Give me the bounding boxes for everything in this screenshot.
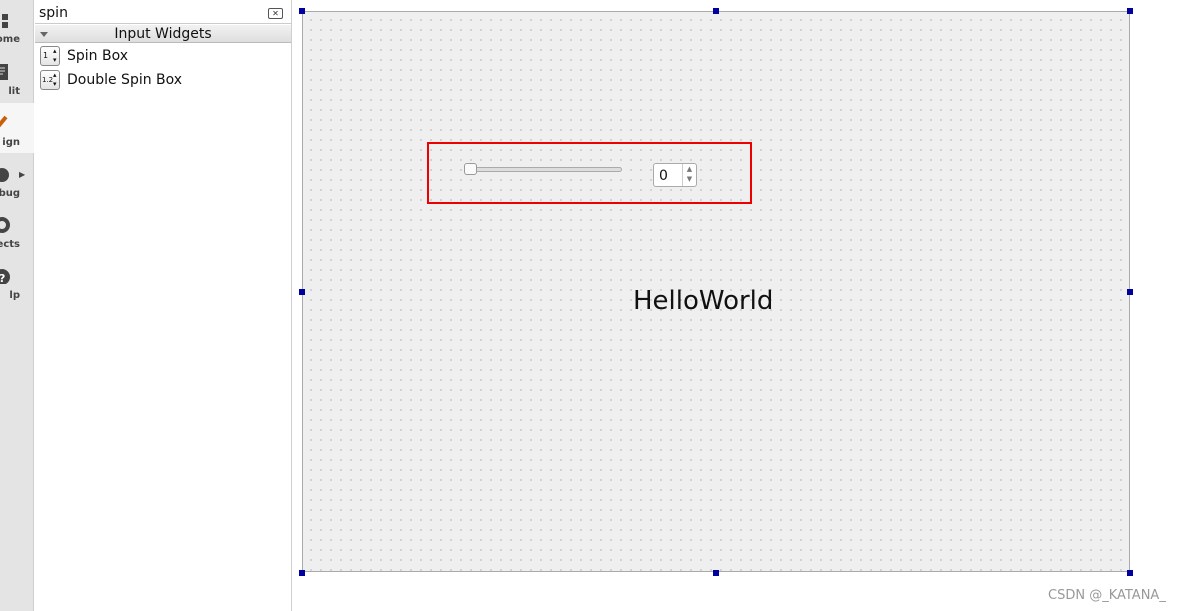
mode-label: bug: [0, 188, 20, 199]
resize-handle[interactable]: [713, 8, 719, 14]
resize-handle[interactable]: [299, 289, 305, 295]
category-label: Input Widgets: [114, 26, 212, 42]
bug-icon: [0, 168, 9, 182]
pencil-icon: [0, 115, 8, 128]
widget-spin-box[interactable]: 1 Spin Box: [40, 45, 128, 67]
mode-design[interactable]: ign: [0, 103, 34, 153]
arrow-down-icon[interactable]: ▼: [687, 175, 692, 183]
mode-help[interactable]: ? lp: [0, 256, 34, 306]
mode-label: ome: [0, 34, 20, 45]
filter-input[interactable]: [39, 5, 259, 21]
mode-bar: ome lit ign ▶ bug ects ? lp: [0, 0, 34, 611]
hello-label: HelloWorld: [633, 286, 774, 316]
widget-label: Double Spin Box: [67, 72, 183, 88]
mode-label: lp: [9, 290, 20, 301]
widget-filter: ✕: [35, 2, 291, 24]
spin-box-value: 0: [659, 168, 668, 184]
resize-handle[interactable]: [299, 570, 305, 576]
watermark: CSDN @_KATANA_: [1048, 588, 1166, 603]
spin-buttons[interactable]: ▲ ▼: [682, 164, 696, 186]
document-icon: [0, 64, 8, 80]
arrow-right-icon: ▶: [19, 170, 26, 179]
widget-label: Spin Box: [67, 48, 129, 64]
svg-text:?: ?: [0, 272, 5, 284]
resize-handle[interactable]: [1127, 570, 1133, 576]
help-icon: ?: [0, 269, 10, 284]
mode-projects[interactable]: ects: [0, 205, 34, 255]
slider-handle[interactable]: [464, 163, 477, 175]
widget-double-spin-box[interactable]: 1.2 Double Spin Box: [40, 69, 182, 91]
grid-icon: [2, 14, 8, 28]
horizontal-slider[interactable]: [470, 167, 622, 172]
spin-box[interactable]: 0 ▲ ▼: [653, 163, 697, 187]
mode-label: lit: [8, 86, 20, 97]
mode-debug[interactable]: ▶ bug: [0, 154, 34, 204]
mode-label: ects: [0, 239, 20, 250]
resize-handle[interactable]: [1127, 8, 1133, 14]
resize-handle[interactable]: [299, 8, 305, 14]
mode-label: ign: [2, 137, 20, 148]
widget-box: ✕ Input Widgets 1 Spin Box 1.2 Double Sp…: [35, 0, 292, 611]
arrow-up-icon[interactable]: ▲: [687, 165, 692, 173]
wrench-icon: [0, 217, 10, 233]
chevron-down-icon: [40, 32, 48, 37]
resize-handle[interactable]: [713, 570, 719, 576]
clear-icon[interactable]: ✕: [268, 8, 283, 19]
category-input-widgets[interactable]: Input Widgets: [35, 25, 291, 43]
double-spinbox-icon: 1.2: [40, 70, 60, 90]
mode-welcome[interactable]: ome: [0, 0, 34, 50]
spinbox-icon: 1: [40, 46, 60, 66]
resize-handle[interactable]: [1127, 289, 1133, 295]
mode-edit[interactable]: lit: [0, 52, 34, 102]
